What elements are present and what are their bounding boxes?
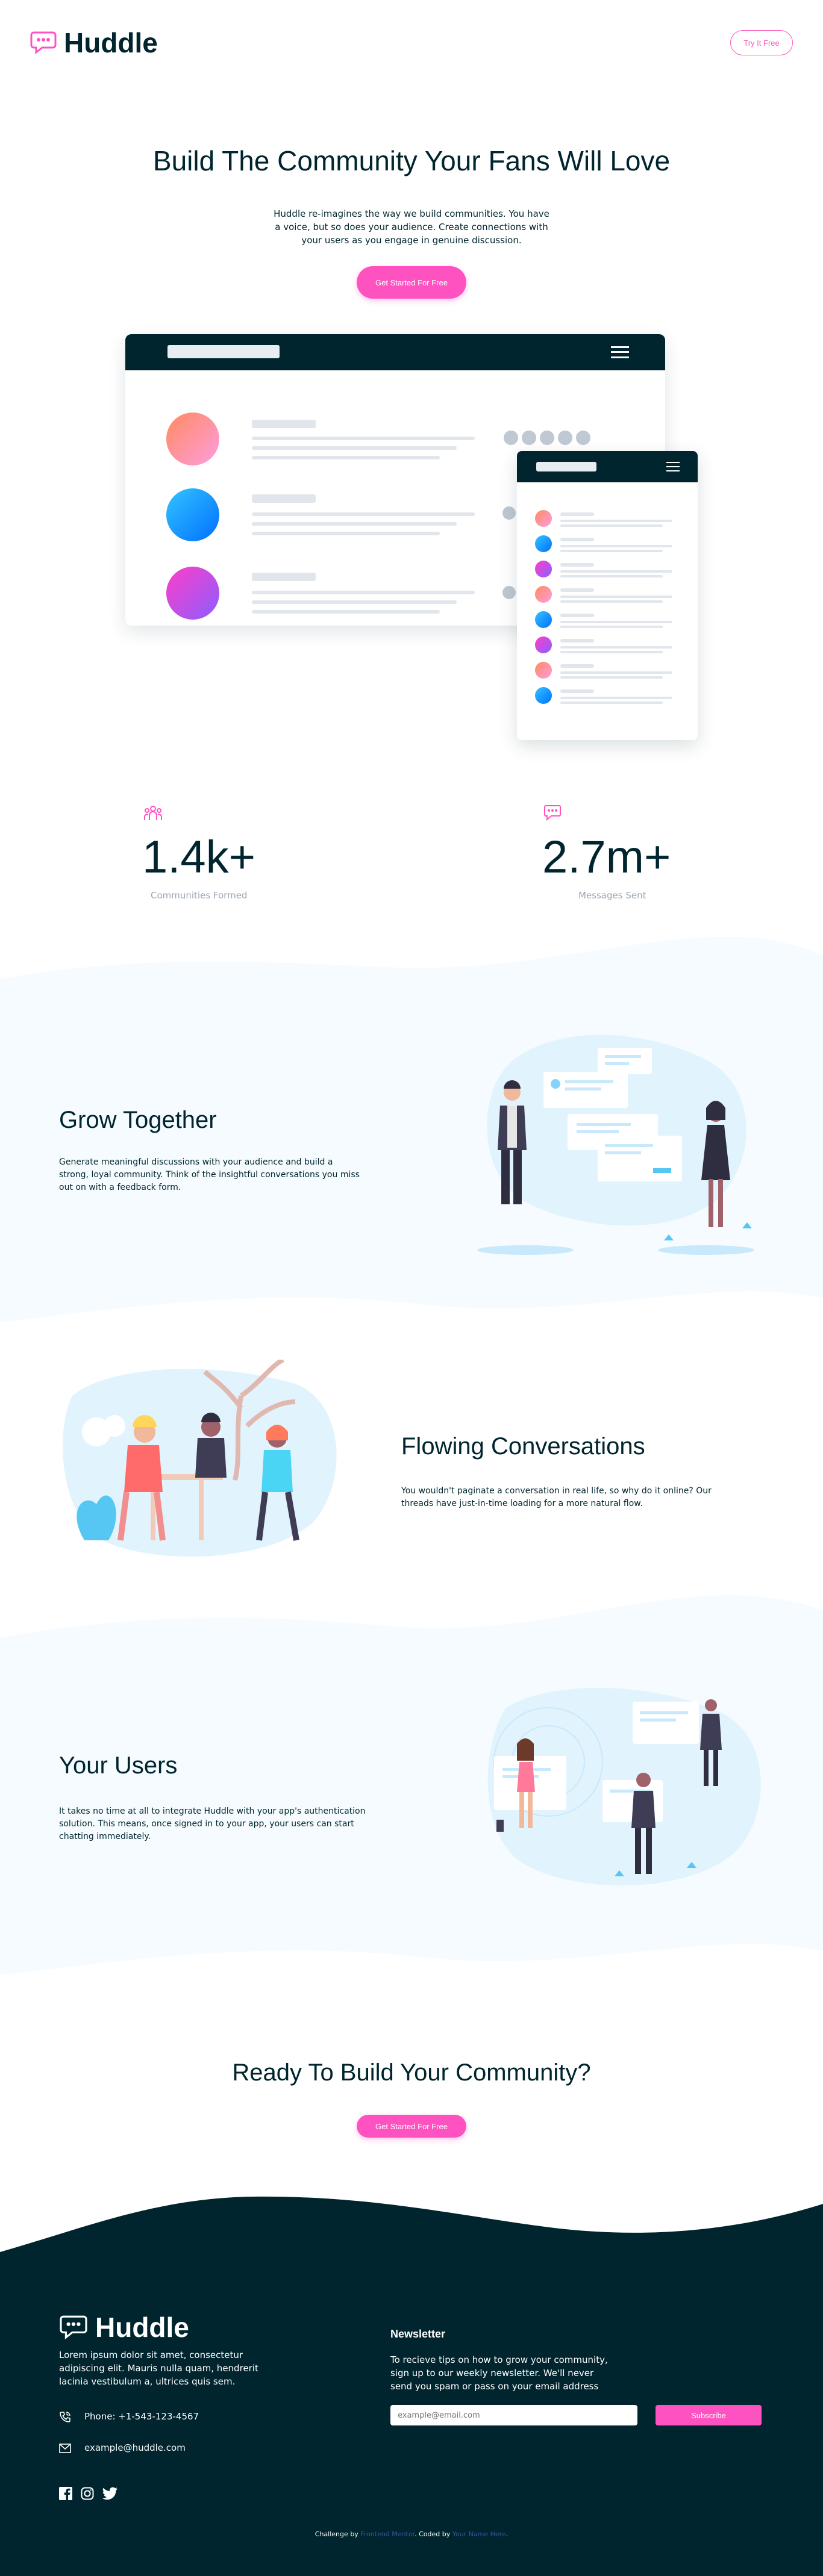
desktop-topbar: [125, 334, 665, 370]
hero-description: Huddle re-imagines the way we build comm…: [274, 208, 549, 246]
feature-text: Generate meaningful discussions with you…: [59, 1157, 360, 1192]
hero-get-started-button[interactable]: Get Started For Free: [357, 266, 466, 299]
try-free-button[interactable]: Try It Free: [730, 30, 793, 55]
hero-mockup: [125, 334, 698, 744]
footer-phone: Phone: +1-543-123-4567: [84, 2411, 199, 2422]
menu-icon[interactable]: [666, 462, 680, 471]
stat-communities: 1.4k+ Communities Formed: [133, 804, 301, 913]
chat-bubble-icon: [60, 2315, 87, 2340]
newsletter-title: Newsletter: [390, 2328, 446, 2340]
logo[interactable]: Huddle: [30, 26, 158, 59]
attribution-mid: . Coded by: [415, 2530, 451, 2538]
chat-bubble-icon: [30, 31, 57, 55]
communities-icon: [144, 806, 162, 820]
attribution-prefix: Challenge by: [314, 2530, 358, 2538]
messages-icon: [544, 805, 561, 821]
stat-label: Messages Sent: [578, 890, 646, 901]
your-users-illustration: [487, 1688, 761, 1886]
footer-email[interactable]: example@huddle.com: [84, 2441, 186, 2454]
flowing-conversations-illustration: [63, 1360, 337, 1557]
social-links: [59, 2487, 118, 2500]
cta-title: Ready To Build Your Community?: [232, 2059, 591, 2086]
footer-logo[interactable]: Huddle: [59, 2311, 189, 2344]
facebook-icon[interactable]: [59, 2487, 72, 2500]
attribution-link-frontend-mentor[interactable]: Frontend Mentor: [360, 2530, 415, 2538]
feature-text: It takes no time at all to integrate Hud…: [59, 1806, 366, 1841]
instagram-icon[interactable]: [81, 2487, 94, 2500]
cta-get-started-button[interactable]: Get Started For Free: [357, 2115, 466, 2138]
grow-together-illustration: [477, 1034, 754, 1255]
avatar: [166, 567, 219, 620]
attribution: Challenge by Frontend Mentor. Coded by Y…: [0, 2530, 823, 2538]
stat-value: 2.7m+: [542, 832, 671, 883]
newsletter-email-input[interactable]: [390, 2405, 637, 2425]
footer-about: Lorem ipsum dolor sit amet, consectetur …: [59, 2350, 258, 2387]
brand-name: Huddle: [64, 27, 158, 58]
feature-text: You wouldn't paginate a conversation in …: [401, 1486, 712, 1508]
hero-title: Build The Community Your Fans Will Love: [152, 145, 671, 176]
attribution-link-author[interactable]: Your Name Here: [452, 2530, 506, 2538]
phone-icon: [60, 2412, 70, 2422]
avatar: [166, 412, 219, 465]
avatar: [166, 488, 219, 541]
site-header: Huddle Try It Free: [0, 0, 823, 84]
mobile-mockup: [517, 451, 698, 740]
feature-title: Your Users: [59, 1752, 178, 1779]
twitter-icon[interactable]: [102, 2487, 118, 2500]
footer-brand-name: Huddle: [95, 2312, 189, 2343]
feature-title: Flowing Conversations: [401, 1433, 645, 1460]
feature-title: Grow Together: [59, 1107, 217, 1133]
subscribe-button[interactable]: Subscribe: [656, 2405, 762, 2425]
menu-icon[interactable]: [611, 346, 629, 358]
stat-label: Communities Formed: [151, 890, 248, 901]
stat-value: 1.4k+: [142, 832, 256, 883]
email-icon: [59, 2444, 71, 2453]
newsletter-text: To recieve tips on how to grow your comm…: [390, 2354, 608, 2392]
attribution-suffix: .: [505, 2530, 509, 2538]
stat-messages: 2.7m+ Messages Sent: [533, 804, 701, 913]
